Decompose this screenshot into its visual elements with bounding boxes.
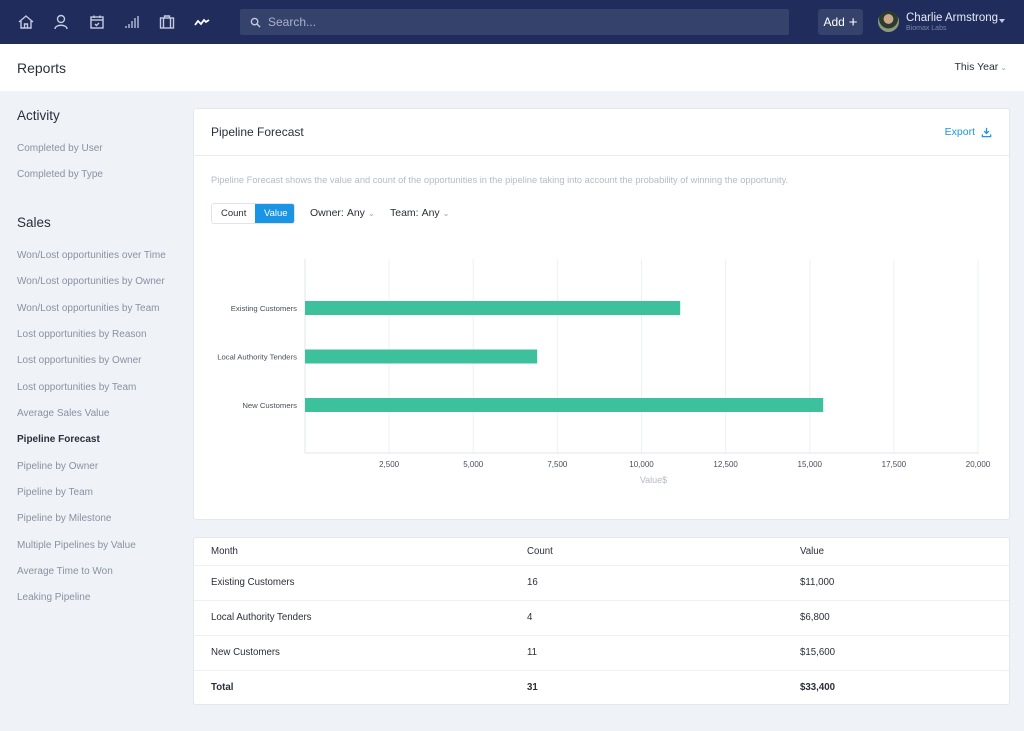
column-header-count: Count — [527, 546, 553, 557]
y-category-label: Existing Customers — [231, 304, 297, 313]
calendar-icon[interactable] — [86, 11, 108, 33]
page-title: Reports — [17, 60, 67, 76]
sidebar-item-lost-by-reason[interactable]: Lost opportunities by Reason — [17, 329, 147, 340]
sidebar-item-won-lost-over-time[interactable]: Won/Lost opportunities over Time — [17, 250, 166, 261]
x-tick-label: 2,500 — [379, 460, 400, 469]
user-menu-caret-icon[interactable] — [999, 19, 1005, 23]
period-dropdown[interactable]: This Year ⌄ — [955, 61, 1007, 73]
chevron-down-icon: ⌄ — [1000, 62, 1007, 72]
top-navigation-bar: Add + Charlie Armstrong Biomax Labs — [0, 0, 1024, 44]
toggle-count[interactable]: Count — [212, 204, 255, 223]
sidebar-item-pipeline-by-owner[interactable]: Pipeline by Owner — [17, 461, 98, 472]
column-header-month: Month — [211, 546, 238, 557]
table-row: Existing Customers 16 $11,000 — [194, 565, 1009, 600]
user-icon[interactable] — [50, 11, 72, 33]
table-header-row: Month Count Value — [194, 538, 1009, 566]
page-header: Reports This Year ⌄ — [0, 44, 1024, 91]
report-title: Pipeline Forecast — [211, 125, 304, 139]
team-filter-value: Any — [421, 207, 440, 219]
user-name[interactable]: Charlie Armstrong — [906, 12, 998, 24]
owner-filter-value: Any — [346, 207, 365, 219]
total-label: Total — [211, 682, 234, 693]
download-icon — [981, 127, 992, 137]
bar — [305, 349, 538, 364]
bar — [305, 398, 824, 412]
briefcase-icon[interactable] — [156, 11, 178, 33]
search-bar[interactable] — [240, 9, 789, 35]
add-button[interactable]: Add + — [818, 9, 863, 35]
toggle-value[interactable]: Value — [255, 204, 294, 223]
signal-bars-icon[interactable] — [121, 11, 143, 33]
plus-icon: + — [848, 13, 858, 31]
total-value: $33,400 — [800, 682, 836, 693]
x-tick-label: 17,500 — [882, 460, 907, 469]
sidebar-item-pipeline-by-milestone[interactable]: Pipeline by Milestone — [17, 513, 112, 524]
sidebar-item-lost-by-team[interactable]: Lost opportunities by Team — [17, 382, 136, 393]
sidebar-heading-activity: Activity — [17, 108, 60, 123]
count-value-toggle: Count Value — [211, 203, 295, 224]
sidebar-item-multiple-pipelines-by-value[interactable]: Multiple Pipelines by Value — [17, 540, 136, 551]
sidebar-item-completed-by-user[interactable]: Completed by User — [17, 143, 103, 154]
home-icon[interactable] — [15, 11, 37, 33]
export-button[interactable]: Export — [945, 126, 992, 138]
table-row: New Customers 11 $15,600 — [194, 635, 1009, 670]
row-count: 16 — [527, 577, 538, 588]
owner-filter-label: Owner: — [310, 207, 344, 219]
x-axis-title: Value$ — [640, 475, 667, 485]
table-total-row: Total 31 $33,400 — [194, 670, 1009, 705]
table-row: Local Authority Tenders 4 $6,800 — [194, 600, 1009, 635]
x-tick-label: 12,500 — [713, 460, 738, 469]
x-tick-label: 10,000 — [629, 460, 654, 469]
chevron-down-icon: ⌄ — [442, 208, 450, 218]
total-count: 31 — [527, 682, 538, 693]
report-description: Pipeline Forecast shows the value and co… — [211, 175, 789, 185]
row-value: $11,000 — [800, 577, 835, 588]
x-tick-label: 7,500 — [547, 460, 568, 469]
sidebar-item-pipeline-by-team[interactable]: Pipeline by Team — [17, 487, 93, 498]
row-label: New Customers — [211, 647, 280, 658]
y-category-label: Local Authority Tenders — [217, 353, 297, 362]
row-label: Existing Customers — [211, 577, 295, 588]
team-filter[interactable]: Team: Any ⌄ — [390, 207, 449, 219]
pipeline-forecast-card: Pipeline Forecast Export Pipeline Foreca… — [193, 108, 1010, 520]
export-label: Export — [944, 126, 975, 138]
sidebar-item-lost-by-owner[interactable]: Lost opportunities by Owner — [17, 355, 142, 366]
sidebar-item-leaking-pipeline[interactable]: Leaking Pipeline — [17, 592, 90, 603]
bar — [305, 301, 681, 315]
sidebar-heading-sales: Sales — [17, 215, 51, 230]
owner-filter[interactable]: Owner: Any ⌄ — [310, 207, 375, 219]
chevron-down-icon: ⌄ — [367, 208, 375, 218]
activity-icon[interactable] — [191, 11, 213, 33]
sidebar-item-won-lost-by-team[interactable]: Won/Lost opportunities by Team — [17, 303, 160, 314]
x-tick-label: 5,000 — [463, 460, 484, 469]
user-organization: Biomax Labs — [906, 25, 947, 32]
sidebar-item-won-lost-by-owner[interactable]: Won/Lost opportunities by Owner — [17, 276, 165, 287]
column-header-value: Value — [800, 546, 825, 557]
sidebar-item-average-sales-value[interactable]: Average Sales Value — [17, 408, 109, 419]
sidebar-item-pipeline-forecast[interactable]: Pipeline Forecast — [17, 434, 100, 445]
y-category-label: New Customers — [242, 401, 297, 410]
team-filter-label: Team: — [390, 207, 419, 219]
row-label: Local Authority Tenders — [211, 612, 312, 623]
add-label: Add — [823, 15, 845, 29]
x-tick-label: 20,000 — [966, 460, 991, 469]
period-value: This Year — [954, 61, 999, 73]
pipeline-forecast-table: Month Count Value Existing Customers 16 … — [193, 537, 1010, 705]
search-icon — [250, 17, 261, 28]
sidebar-item-average-time-to-won[interactable]: Average Time to Won — [17, 566, 113, 577]
row-count: 11 — [527, 647, 538, 658]
row-value: $15,600 — [800, 647, 836, 658]
sidebar-item-completed-by-type[interactable]: Completed by Type — [17, 169, 103, 180]
search-input[interactable] — [268, 15, 768, 29]
avatar[interactable] — [878, 11, 899, 32]
card-divider — [194, 155, 1009, 156]
x-tick-label: 15,000 — [798, 460, 823, 469]
pipeline-forecast-bar-chart: 2,500 5,000 7,500 10,000 12,500 15,000 17,500 2… — [217, 259, 991, 485]
row-value: $6,800 — [800, 612, 830, 623]
row-count: 4 — [527, 612, 533, 623]
